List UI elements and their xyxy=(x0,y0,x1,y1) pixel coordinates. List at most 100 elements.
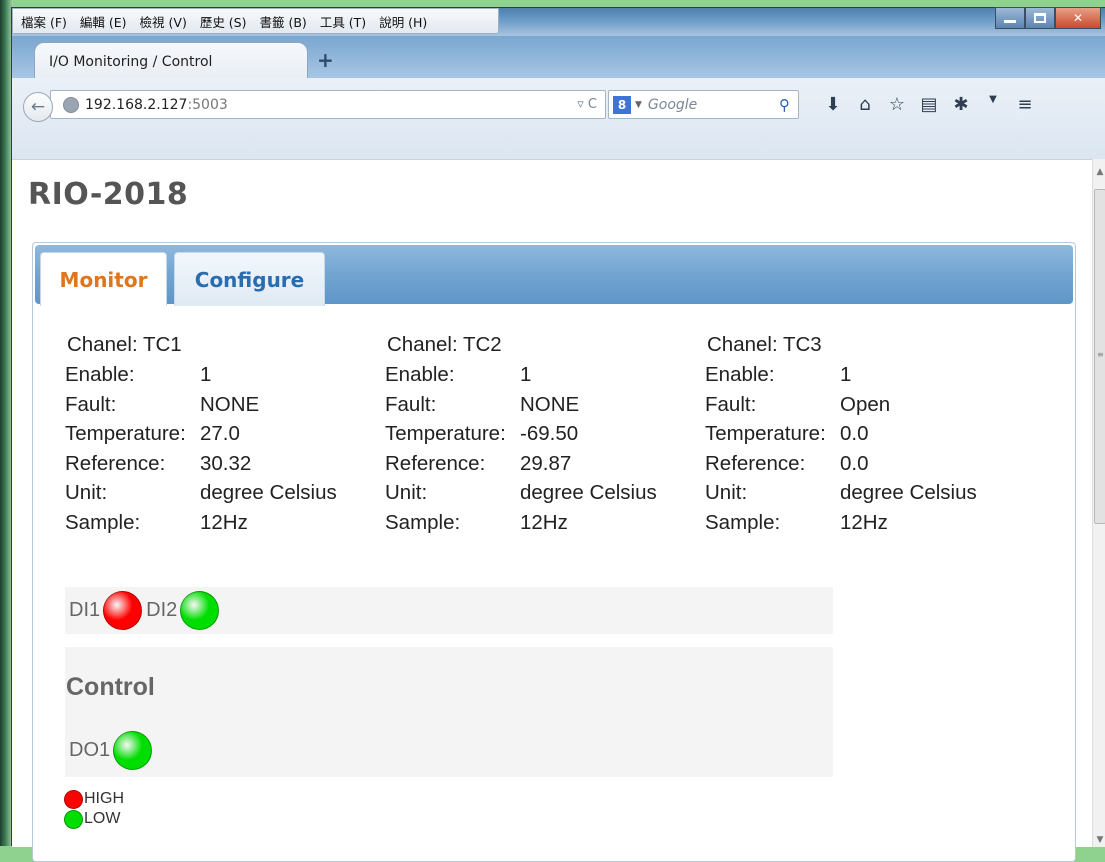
di1-indicator-icon xyxy=(103,591,143,630)
maximize-button[interactable] xyxy=(1025,7,1055,29)
close-window-button[interactable]: ✕ xyxy=(1055,7,1101,29)
browser-tab[interactable]: I/O Monitoring / Control xyxy=(34,42,308,80)
fault-value: Open xyxy=(840,392,891,416)
tab-monitor[interactable]: Monitor xyxy=(40,252,167,306)
unit-label: Unit: xyxy=(705,481,748,504)
state-legend: HIGH LOW xyxy=(64,789,124,829)
menu-items: 檔案 (F) 編輯 (E) 檢視 (V) 歷史 (S) 書籤 (B) 工具 (T… xyxy=(12,8,499,34)
enable-label: Enable: xyxy=(385,363,455,386)
temperature-label: Temperature: xyxy=(385,422,506,445)
dropdown-icon[interactable]: ▼ xyxy=(977,94,1009,115)
channel-tc1: Chanel: TC1 Enable: 1 Fault: NONE Temperat… xyxy=(65,330,385,537)
scroll-down-icon[interactable]: ▼ xyxy=(1093,833,1105,847)
menu-help[interactable]: 說明 (H) xyxy=(379,12,427,31)
enable-value: 1 xyxy=(520,363,532,386)
legend-low-label: LOW xyxy=(84,810,121,827)
sample-label: Sample: xyxy=(705,510,781,534)
enable-label: Enable: xyxy=(65,363,135,386)
search-placeholder: Google xyxy=(647,96,698,113)
temperature-label: Temperature: xyxy=(65,422,186,445)
toolbar-icons: ⬇ ⌂ ☆ ▤ ✱ ▼ ≡ xyxy=(817,94,1041,115)
di2-indicator-icon xyxy=(180,591,220,630)
home-icon[interactable]: ⌂ xyxy=(849,94,881,115)
channel-title: Chanel: TC2 xyxy=(387,333,502,356)
bookmark-star-icon[interactable]: ☆ xyxy=(881,94,913,115)
download-icon[interactable]: ⬇ xyxy=(817,94,849,115)
addon-icon[interactable]: ✱ xyxy=(945,94,977,115)
unit-value: degree Celsius xyxy=(520,481,657,504)
fault-value: NONE xyxy=(520,392,580,416)
menu-edit[interactable]: 編輯 (E) xyxy=(80,12,127,31)
tab-configure[interactable]: Configure xyxy=(174,252,325,306)
di2-label: DI2 xyxy=(146,599,178,621)
unit-value: degree Celsius xyxy=(840,481,977,504)
window-controls: ✕ xyxy=(995,7,1101,29)
do1-toggle-icon[interactable] xyxy=(113,731,153,770)
fault-label: Fault: xyxy=(65,392,117,416)
digital-inputs-panel: DI1 DI2 xyxy=(65,587,833,634)
search-icon[interactable]: ⚲ xyxy=(779,96,790,114)
control-heading: Control xyxy=(66,673,155,701)
close-icon: ✕ xyxy=(1072,11,1084,25)
reload-icon[interactable]: ▿ C xyxy=(577,97,597,112)
temperature-value: 27.0 xyxy=(200,422,240,445)
reference-value: 0.0 xyxy=(840,451,869,475)
channel-title: Chanel: TC3 xyxy=(707,333,822,356)
page-title: RIO-2018 xyxy=(28,177,189,212)
low-dot-icon xyxy=(64,809,83,829)
reference-value: 29.87 xyxy=(520,451,572,475)
search-engine-icon[interactable]: 8 xyxy=(613,95,631,114)
minimize-icon xyxy=(1004,20,1016,23)
fault-label: Fault: xyxy=(705,392,757,416)
sample-value: 12Hz xyxy=(200,510,248,534)
search-bar[interactable]: 8 ▼ Google ⚲ xyxy=(608,90,799,119)
enable-value: 1 xyxy=(200,363,212,386)
menu-tools[interactable]: 工具 (T) xyxy=(320,12,366,31)
address-bar[interactable]: 192.168.2.127 :5003 ▿ C xyxy=(50,90,606,119)
menu-icon[interactable]: ≡ xyxy=(1009,94,1041,115)
temperature-label: Temperature: xyxy=(705,422,826,445)
fault-label: Fault: xyxy=(385,392,437,416)
new-tab-button[interactable]: + xyxy=(317,48,334,72)
control-panel: Control DO1 xyxy=(65,647,833,777)
unit-label: Unit: xyxy=(65,481,108,504)
engine-dropdown-icon[interactable]: ▼ xyxy=(635,100,642,110)
menu-bookmarks[interactable]: 書籤 (B) xyxy=(260,12,307,31)
menu-history[interactable]: 歷史 (S) xyxy=(200,12,247,31)
url-port: :5003 xyxy=(187,96,228,113)
main-panel: Monitor Configure Chanel: TC1 Enable: 1 F… xyxy=(32,242,1076,862)
sample-label: Sample: xyxy=(385,510,461,534)
menu-view[interactable]: 檢視 (V) xyxy=(140,12,187,31)
channel-tc2: Chanel: TC2 Enable: 1 Fault: NONE Temperat… xyxy=(385,330,705,537)
enable-label: Enable: xyxy=(705,363,775,386)
scroll-thumb[interactable]: ≡ xyxy=(1094,189,1105,524)
minimize-button[interactable] xyxy=(995,7,1025,29)
enable-value: 1 xyxy=(840,363,852,386)
scroll-up-icon[interactable]: ▲ xyxy=(1093,165,1105,179)
do1-label: DO1 xyxy=(69,739,111,761)
unit-label: Unit: xyxy=(385,481,428,504)
temperature-value: -69.50 xyxy=(520,422,579,445)
reading-list-icon[interactable]: ▤ xyxy=(913,94,945,115)
reference-label: Reference: xyxy=(705,451,806,475)
channel-title: Chanel: TC1 xyxy=(67,333,182,356)
browser-window: 檔案 (F) 編輯 (E) 檢視 (V) 歷史 (S) 書籤 (B) 工具 (T… xyxy=(11,7,1105,862)
menu-file[interactable]: 檔案 (F) xyxy=(21,12,67,31)
fault-value: NONE xyxy=(200,392,260,416)
back-button[interactable]: ← xyxy=(23,92,53,122)
sample-label: Sample: xyxy=(65,510,141,534)
temperature-value: 0.0 xyxy=(840,422,869,445)
maximize-icon xyxy=(1034,13,1046,23)
di1-label: DI1 xyxy=(69,599,101,621)
legend-high: HIGH xyxy=(64,789,124,809)
back-arrow-icon: ← xyxy=(30,97,46,117)
unit-value: degree Celsius xyxy=(200,481,337,504)
reference-value: 30.32 xyxy=(200,451,252,475)
page-viewport: RIO-2018 Monitor Configure Chanel: TC1 E… xyxy=(12,159,1092,862)
vertical-scrollbar[interactable]: ▲ ≡ ▼ xyxy=(1092,159,1105,847)
legend-low: LOW xyxy=(64,809,124,829)
grip-icon: ≡ xyxy=(1097,350,1104,359)
panel-tab-header: Monitor Configure xyxy=(35,245,1073,306)
legend-high-label: HIGH xyxy=(84,790,124,807)
url-host: 192.168.2.127 xyxy=(85,96,188,113)
